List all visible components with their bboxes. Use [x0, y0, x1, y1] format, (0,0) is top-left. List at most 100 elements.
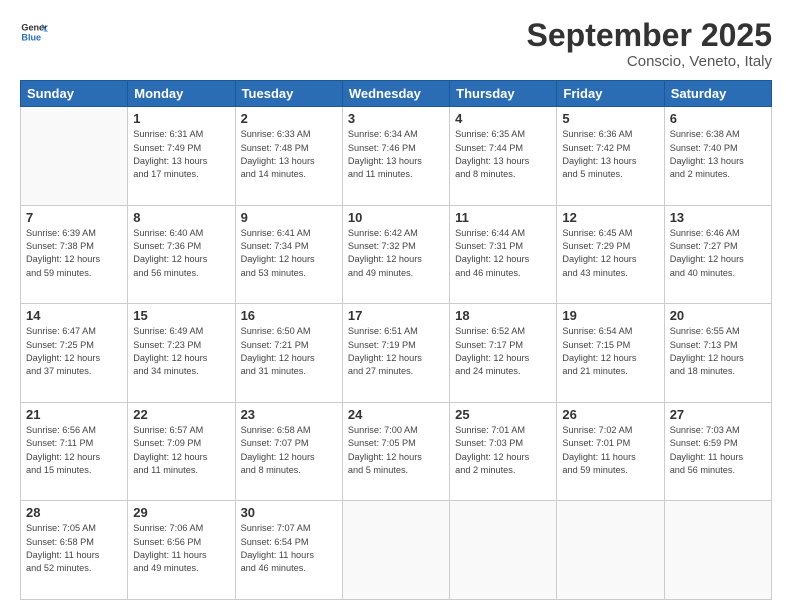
day-number: 17	[348, 308, 444, 323]
calendar-cell: 23 Sunrise: 6:58 AMSunset: 7:07 PMDayligh…	[235, 402, 342, 501]
calendar-cell	[664, 501, 771, 600]
day-number: 23	[241, 407, 337, 422]
day-info: Sunrise: 6:58 AMSunset: 7:07 PMDaylight:…	[241, 424, 337, 477]
day-number: 4	[455, 111, 551, 126]
calendar-cell: 18Sunrise: 6:52 AMSunset: 7:17 PMDayligh…	[450, 304, 557, 403]
calendar-cell	[21, 107, 128, 206]
calendar-week-row: 7 Sunrise: 6:39 AMSunset: 7:38 PMDaylight…	[21, 205, 772, 304]
day-number: 29	[133, 505, 229, 520]
calendar-cell	[557, 501, 664, 600]
calendar-cell	[342, 501, 449, 600]
month-title: September 2025	[527, 18, 772, 53]
day-info: Sunrise: 6:39 AMSunset: 7:38 PMDaylight:…	[26, 227, 122, 280]
calendar-cell: 7 Sunrise: 6:39 AMSunset: 7:38 PMDaylight…	[21, 205, 128, 304]
calendar-cell: 1 Sunrise: 6:31 AMSunset: 7:49 PMDaylight…	[128, 107, 235, 206]
day-info: Sunrise: 6:31 AMSunset: 7:49 PMDaylight:…	[133, 128, 229, 181]
calendar-week-row: 28 Sunrise: 7:05 AMSunset: 6:58 PMDayligh…	[21, 501, 772, 600]
calendar-cell: 12 Sunrise: 6:45 AMSunset: 7:29 PMDayligh…	[557, 205, 664, 304]
day-info: Sunrise: 6:41 AMSunset: 7:34 PMDaylight:…	[241, 227, 337, 280]
logo-icon: General Blue	[20, 18, 48, 46]
day-info: Sunrise: 6:34 AMSunset: 7:46 PMDaylight:…	[348, 128, 444, 181]
day-number: 21	[26, 407, 122, 422]
calendar-cell: 29 Sunrise: 7:06 AMSunset: 6:56 PMDayligh…	[128, 501, 235, 600]
calendar-cell: 26 Sunrise: 7:02 AMSunset: 7:01 PMDayligh…	[557, 402, 664, 501]
col-thursday: Thursday	[450, 81, 557, 107]
day-info: Sunrise: 6:49 AMSunset: 7:23 PMDaylight:…	[133, 325, 229, 378]
day-number: 11	[455, 210, 551, 225]
calendar-cell: 20 Sunrise: 6:55 AMSunset: 7:13 PMDayligh…	[664, 304, 771, 403]
col-sunday: Sunday	[21, 81, 128, 107]
day-number: 12	[562, 210, 658, 225]
calendar-week-row: 14 Sunrise: 6:47 AMSunset: 7:25 PMDayligh…	[21, 304, 772, 403]
day-info: Sunrise: 7:06 AMSunset: 6:56 PMDaylight:…	[133, 522, 229, 575]
day-info: Sunrise: 6:35 AMSunset: 7:44 PMDaylight:…	[455, 128, 551, 181]
day-number: 2	[241, 111, 337, 126]
calendar-cell: 27Sunrise: 7:03 AMSunset: 6:59 PMDayligh…	[664, 402, 771, 501]
day-number: 25	[455, 407, 551, 422]
day-info: Sunrise: 6:36 AMSunset: 7:42 PMDaylight:…	[562, 128, 658, 181]
day-info: Sunrise: 7:02 AMSunset: 7:01 PMDaylight:…	[562, 424, 658, 477]
day-number: 20	[670, 308, 766, 323]
calendar-cell: 22 Sunrise: 6:57 AMSunset: 7:09 PMDayligh…	[128, 402, 235, 501]
day-info: Sunrise: 7:01 AMSunset: 7:03 PMDaylight:…	[455, 424, 551, 477]
day-info: Sunrise: 6:38 AMSunset: 7:40 PMDaylight:…	[670, 128, 766, 181]
calendar-cell: 25 Sunrise: 7:01 AMSunset: 7:03 PMDayligh…	[450, 402, 557, 501]
day-number: 28	[26, 505, 122, 520]
day-info: Sunrise: 6:55 AMSunset: 7:13 PMDaylight:…	[670, 325, 766, 378]
calendar-cell: 6 Sunrise: 6:38 AMSunset: 7:40 PMDaylight…	[664, 107, 771, 206]
day-number: 5	[562, 111, 658, 126]
day-number: 8	[133, 210, 229, 225]
day-number: 16	[241, 308, 337, 323]
day-number: 14	[26, 308, 122, 323]
calendar-cell: 28 Sunrise: 7:05 AMSunset: 6:58 PMDayligh…	[21, 501, 128, 600]
calendar-cell: 17 Sunrise: 6:51 AMSunset: 7:19 PMDayligh…	[342, 304, 449, 403]
col-saturday: Saturday	[664, 81, 771, 107]
day-info: Sunrise: 6:33 AMSunset: 7:48 PMDaylight:…	[241, 128, 337, 181]
day-info: Sunrise: 7:00 AMSunset: 7:05 PMDaylight:…	[348, 424, 444, 477]
calendar-cell: 11 Sunrise: 6:44 AMSunset: 7:31 PMDayligh…	[450, 205, 557, 304]
col-friday: Friday	[557, 81, 664, 107]
day-number: 24	[348, 407, 444, 422]
day-number: 22	[133, 407, 229, 422]
calendar-cell	[450, 501, 557, 600]
day-number: 6	[670, 111, 766, 126]
calendar-cell: 30 Sunrise: 7:07 AMSunset: 6:54 PMDayligh…	[235, 501, 342, 600]
calendar-cell: 8 Sunrise: 6:40 AMSunset: 7:36 PMDaylight…	[128, 205, 235, 304]
logo: General Blue	[20, 18, 48, 46]
day-number: 15	[133, 308, 229, 323]
calendar-header-row: Sunday Monday Tuesday Wednesday Thursday…	[21, 81, 772, 107]
svg-text:Blue: Blue	[21, 32, 41, 42]
day-number: 26	[562, 407, 658, 422]
day-info: Sunrise: 6:45 AMSunset: 7:29 PMDaylight:…	[562, 227, 658, 280]
day-info: Sunrise: 6:46 AMSunset: 7:27 PMDaylight:…	[670, 227, 766, 280]
page: General Blue September 2025 Conscio, Ven…	[0, 0, 792, 612]
day-number: 13	[670, 210, 766, 225]
day-info: Sunrise: 6:44 AMSunset: 7:31 PMDaylight:…	[455, 227, 551, 280]
calendar-cell: 4 Sunrise: 6:35 AMSunset: 7:44 PMDaylight…	[450, 107, 557, 206]
day-info: Sunrise: 6:50 AMSunset: 7:21 PMDaylight:…	[241, 325, 337, 378]
calendar-cell: 9 Sunrise: 6:41 AMSunset: 7:34 PMDaylight…	[235, 205, 342, 304]
day-number: 1	[133, 111, 229, 126]
col-wednesday: Wednesday	[342, 81, 449, 107]
day-info: Sunrise: 6:42 AMSunset: 7:32 PMDaylight:…	[348, 227, 444, 280]
day-info: Sunrise: 6:51 AMSunset: 7:19 PMDaylight:…	[348, 325, 444, 378]
day-number: 3	[348, 111, 444, 126]
day-number: 9	[241, 210, 337, 225]
day-number: 27	[670, 407, 766, 422]
calendar-cell: 2 Sunrise: 6:33 AMSunset: 7:48 PMDaylight…	[235, 107, 342, 206]
col-tuesday: Tuesday	[235, 81, 342, 107]
day-info: Sunrise: 6:47 AMSunset: 7:25 PMDaylight:…	[26, 325, 122, 378]
calendar-cell: 19Sunrise: 6:54 AMSunset: 7:15 PMDayligh…	[557, 304, 664, 403]
day-number: 30	[241, 505, 337, 520]
day-info: Sunrise: 6:57 AMSunset: 7:09 PMDaylight:…	[133, 424, 229, 477]
calendar-table: Sunday Monday Tuesday Wednesday Thursday…	[20, 80, 772, 600]
day-info: Sunrise: 7:07 AMSunset: 6:54 PMDaylight:…	[241, 522, 337, 575]
calendar-cell: 5 Sunrise: 6:36 AMSunset: 7:42 PMDaylight…	[557, 107, 664, 206]
day-number: 7	[26, 210, 122, 225]
day-info: Sunrise: 7:05 AMSunset: 6:58 PMDaylight:…	[26, 522, 122, 575]
calendar-cell: 16 Sunrise: 6:50 AMSunset: 7:21 PMDayligh…	[235, 304, 342, 403]
day-info: Sunrise: 6:40 AMSunset: 7:36 PMDaylight:…	[133, 227, 229, 280]
calendar-week-row: 21Sunrise: 6:56 AMSunset: 7:11 PMDayligh…	[21, 402, 772, 501]
header: General Blue September 2025 Conscio, Ven…	[20, 18, 772, 70]
location: Conscio, Veneto, Italy	[527, 53, 772, 70]
